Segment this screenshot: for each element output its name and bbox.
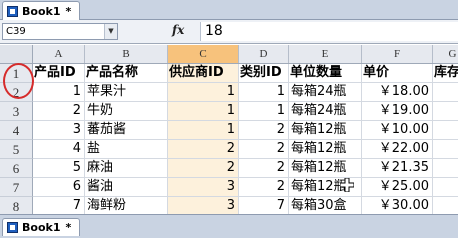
document-tab-bar: Book1 * bbox=[0, 0, 458, 20]
row-header-6[interactable]: 6 bbox=[0, 159, 33, 178]
table-cell[interactable]: 每箱24瓶 bbox=[289, 102, 362, 121]
sheet-tab[interactable]: Book1 * bbox=[2, 218, 80, 236]
table-cell[interactable]: 每箱12瓶 bbox=[289, 121, 362, 140]
table-cell[interactable]: 1 bbox=[239, 102, 289, 121]
table-cell[interactable] bbox=[433, 178, 458, 197]
column-header-g[interactable]: G bbox=[433, 45, 458, 63]
table-cell[interactable]: 牛奶 bbox=[85, 102, 168, 121]
sheet-tab-bar: Book1 * bbox=[0, 214, 458, 238]
table-cell[interactable]: 2 bbox=[33, 102, 85, 121]
modified-marker: * bbox=[65, 4, 72, 18]
column-header-f[interactable]: F bbox=[362, 45, 433, 63]
table-cell[interactable]: 3 bbox=[33, 121, 85, 140]
table-cell[interactable]: 蕃茄酱 bbox=[85, 121, 168, 140]
table-cell[interactable]: 1 bbox=[33, 83, 85, 102]
table-cell[interactable]: 5 bbox=[33, 159, 85, 178]
row-header-4[interactable]: 4 bbox=[0, 121, 33, 140]
header-cell-unit-price[interactable]: 单价 bbox=[362, 64, 433, 83]
select-all-corner[interactable] bbox=[0, 45, 33, 63]
table-cell[interactable]: ￥25.00 bbox=[362, 178, 433, 197]
table-cell[interactable]: 2 bbox=[239, 159, 289, 178]
table-cell[interactable] bbox=[433, 121, 458, 140]
column-header-e[interactable]: E bbox=[289, 45, 362, 63]
chevron-down-icon[interactable]: ▼ bbox=[104, 24, 117, 39]
table-cell[interactable] bbox=[433, 83, 458, 102]
column-header-b[interactable]: B bbox=[85, 45, 168, 63]
table-cell[interactable]: ￥22.00 bbox=[362, 140, 433, 159]
table-cell[interactable]: 1 bbox=[168, 121, 239, 140]
table-cell[interactable]: 酱油 bbox=[85, 178, 168, 197]
function-icon[interactable]: fx bbox=[172, 23, 184, 37]
column-headers: A B C D E F G bbox=[0, 45, 458, 64]
table-cell[interactable]: ￥21.35 bbox=[362, 159, 433, 178]
document-tab-title: Book1 bbox=[22, 4, 61, 18]
table-cell[interactable]: 每箱12瓶 bbox=[289, 159, 362, 178]
table-cell[interactable]: 1 bbox=[168, 102, 239, 121]
header-cell-product-id[interactable]: 产品ID bbox=[33, 64, 85, 83]
name-box-value: C39 bbox=[6, 26, 26, 37]
table-cell[interactable]: ￥19.00 bbox=[362, 102, 433, 121]
header-cell-unit-quantity[interactable]: 单位数量 bbox=[289, 64, 362, 83]
table-cell[interactable]: 1 bbox=[239, 83, 289, 102]
document-tab[interactable]: Book1 * bbox=[2, 1, 80, 20]
table-cell[interactable] bbox=[433, 102, 458, 121]
table-cell[interactable]: 4 bbox=[33, 140, 85, 159]
column-header-d[interactable]: D bbox=[239, 45, 289, 63]
table-cell[interactable]: ￥10.00 bbox=[362, 121, 433, 140]
sheet-tab-title: Book1 bbox=[22, 221, 61, 234]
table-cell[interactable] bbox=[433, 140, 458, 159]
table-cell[interactable]: 2 bbox=[239, 178, 289, 197]
table-cell[interactable]: 3 bbox=[168, 178, 239, 197]
name-box[interactable]: C39 ▼ bbox=[2, 23, 118, 40]
workbook-icon bbox=[7, 5, 18, 17]
table-cell[interactable]: 2 bbox=[239, 121, 289, 140]
row-header-3[interactable]: 3 bbox=[0, 102, 33, 121]
workbook-icon bbox=[7, 222, 18, 233]
table-cell[interactable]: 2 bbox=[168, 159, 239, 178]
header-cell-supplier-id[interactable]: 供应商ID bbox=[168, 64, 239, 83]
table-cell[interactable]: 麻油 bbox=[85, 159, 168, 178]
column-header-a[interactable]: A bbox=[33, 45, 85, 63]
table-cell[interactable]: 2 bbox=[239, 140, 289, 159]
row-header-5[interactable]: 5 bbox=[0, 140, 33, 159]
cell-cursor-icon bbox=[340, 178, 354, 192]
table-cell[interactable]: 6 bbox=[33, 178, 85, 197]
column-header-c[interactable]: C bbox=[168, 45, 239, 63]
table-cell[interactable]: 2 bbox=[168, 140, 239, 159]
table-cell[interactable]: 每箱24瓶 bbox=[289, 83, 362, 102]
table-cell[interactable]: 盐 bbox=[85, 140, 168, 159]
table-cell[interactable]: 苹果汁 bbox=[85, 83, 168, 102]
sheet-modified-marker: * bbox=[65, 221, 72, 234]
table-cell[interactable]: 每箱12瓶 bbox=[289, 140, 362, 159]
formula-bar: C39 ▼ fx 18 bbox=[0, 20, 458, 44]
table-cell[interactable]: ￥18.00 bbox=[362, 83, 433, 102]
header-cell-stock[interactable]: 库存 bbox=[433, 64, 458, 83]
formula-input[interactable]: 18 bbox=[200, 22, 458, 41]
row-header-7[interactable]: 7 bbox=[0, 178, 33, 197]
header-cell-product-name[interactable]: 产品名称 bbox=[85, 64, 168, 83]
table-cell[interactable]: 1 bbox=[168, 83, 239, 102]
header-cell-category-id[interactable]: 类别ID bbox=[239, 64, 289, 83]
table-cell[interactable] bbox=[433, 159, 458, 178]
annotation-circle bbox=[3, 63, 34, 99]
